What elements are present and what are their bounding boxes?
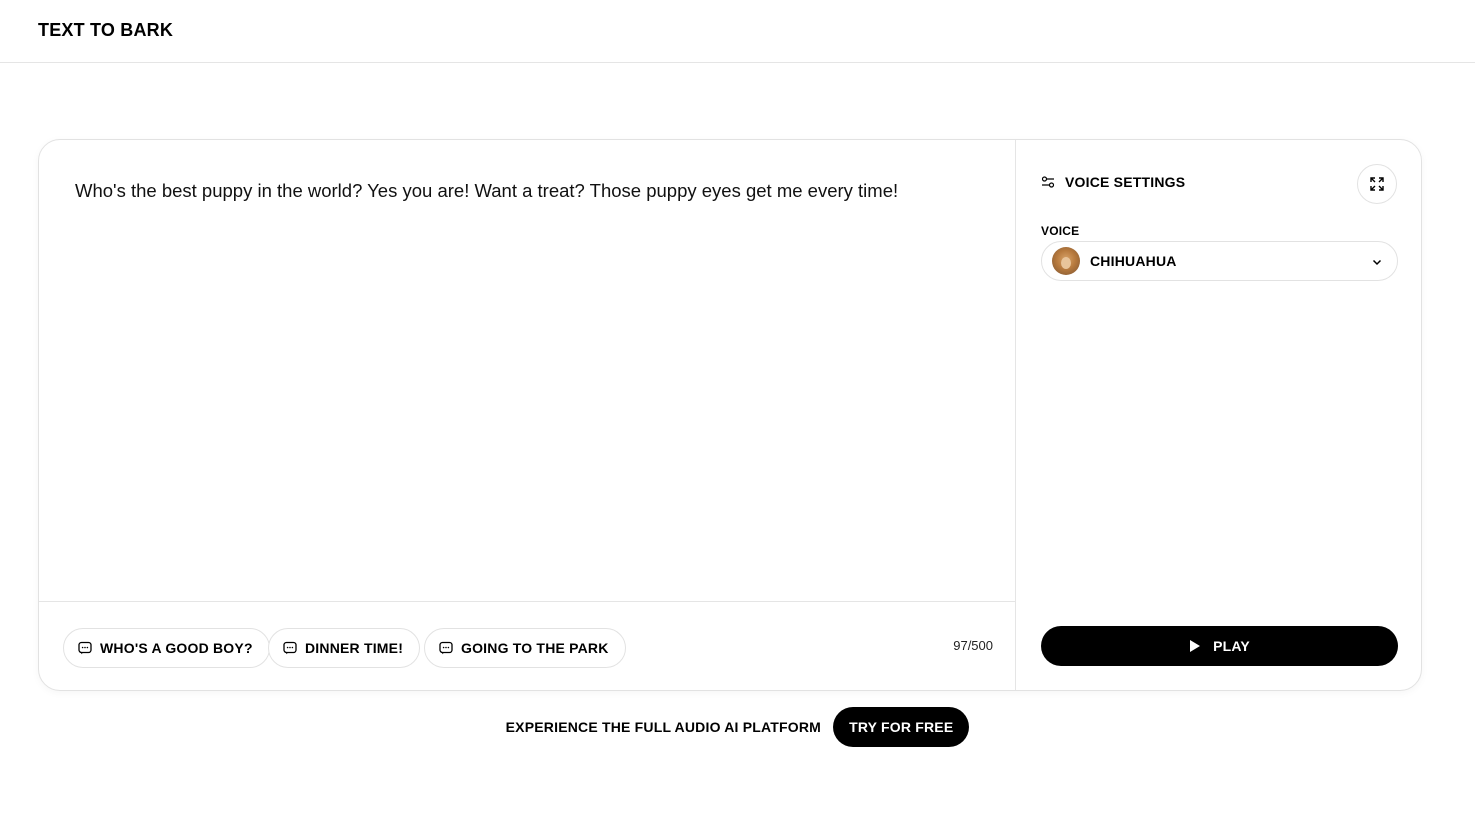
preset-chip-label: DINNER TIME! xyxy=(305,640,404,656)
cta-bar: EXPERIENCE THE FULL AUDIO AI PLATFORM TR… xyxy=(0,707,1475,747)
editor-footer: WHO'S A GOOD BOY? DINNER TIME! GOING TO … xyxy=(39,601,1016,690)
try-for-free-button[interactable]: TRY FOR FREE xyxy=(833,707,970,747)
top-bar: TEXT TO BARK xyxy=(0,0,1475,63)
expand-button[interactable] xyxy=(1357,164,1397,204)
preset-chip-dinner-time[interactable]: DINNER TIME! xyxy=(268,628,421,668)
voice-settings-title: VOICE SETTINGS xyxy=(1065,174,1186,190)
voice-settings-heading: VOICE SETTINGS xyxy=(1041,174,1185,190)
preset-chip-label: WHO'S A GOOD BOY? xyxy=(100,640,253,656)
expand-icon xyxy=(1370,177,1384,191)
message-icon xyxy=(78,641,92,655)
preset-chip-good-boy[interactable]: WHO'S A GOOD BOY? xyxy=(63,628,270,668)
voice-label: VOICE xyxy=(1041,224,1080,238)
message-icon xyxy=(283,641,297,655)
preset-chip-label: GOING TO THE PARK xyxy=(461,640,609,656)
preset-chip-going-to-park[interactable]: GOING TO THE PARK xyxy=(424,628,626,668)
tts-card: Who's the best puppy in the world? Yes y… xyxy=(38,139,1422,691)
play-button[interactable]: PLAY xyxy=(1041,626,1398,666)
brand-title[interactable]: TEXT TO BARK xyxy=(38,20,173,41)
voice-select[interactable]: CHIHUAHUA xyxy=(1041,241,1398,281)
voice-selected-value: CHIHUAHUA xyxy=(1090,253,1177,269)
voice-settings-panel: VOICE SETTINGS VOICE CHIHUAHUA PLAY xyxy=(1016,140,1421,690)
character-counter: 97/500 xyxy=(953,638,993,653)
message-icon xyxy=(439,641,453,655)
sliders-icon xyxy=(1041,176,1055,188)
play-icon xyxy=(1190,640,1201,652)
text-editor-panel: Who's the best puppy in the world? Yes y… xyxy=(39,140,1016,690)
chevron-down-icon xyxy=(1372,259,1382,266)
voice-avatar xyxy=(1052,247,1080,275)
cta-text: EXPERIENCE THE FULL AUDIO AI PLATFORM xyxy=(505,719,822,735)
text-input[interactable]: Who's the best puppy in the world? Yes y… xyxy=(75,178,975,204)
play-label: PLAY xyxy=(1213,638,1250,654)
